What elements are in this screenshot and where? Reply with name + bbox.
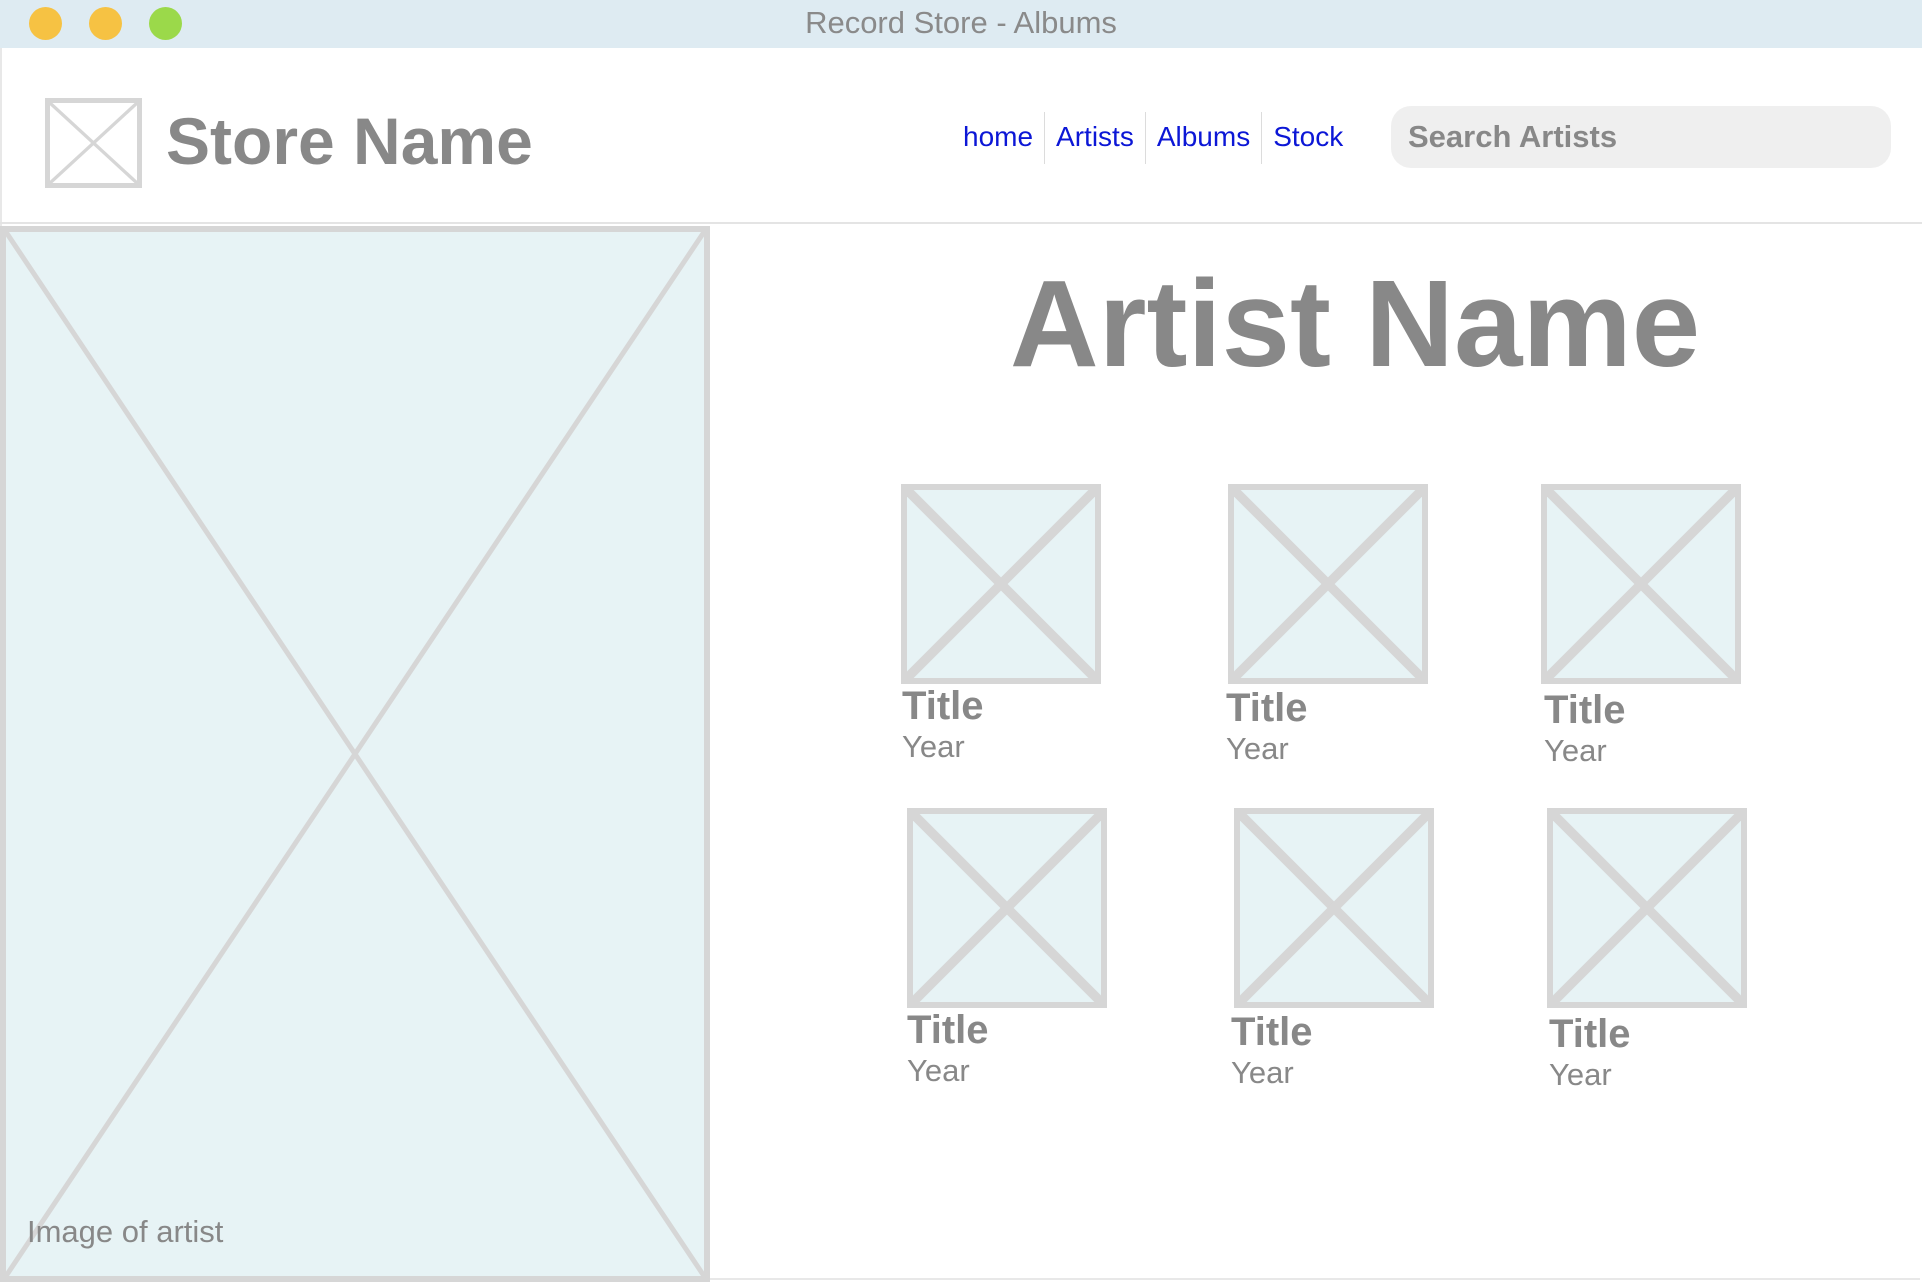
nav-link-artists[interactable]: Artists [1044,112,1145,164]
album-year-2: Year [1226,731,1289,766]
album-cover-6[interactable] [1547,808,1747,1008]
window-titlebar: Record Store - Albums [0,0,1922,48]
album-title-4[interactable]: Title [907,1008,989,1052]
nav-link-home[interactable]: home [952,112,1044,164]
album-cover-1[interactable] [901,484,1101,684]
album-year-1: Year [902,729,965,764]
album-year-4: Year [907,1053,970,1088]
artist-image [0,226,710,1282]
store-name[interactable]: Store Name [166,103,533,179]
album-cover-5[interactable] [1234,808,1434,1008]
album-title-2[interactable]: Title [1226,686,1308,730]
album-title-6[interactable]: Title [1549,1012,1631,1056]
artist-image-caption: Image of artist [27,1214,224,1249]
album-title-5[interactable]: Title [1231,1010,1313,1054]
artist-name-heading: Artist Name [1009,256,1701,393]
nav-link-albums[interactable]: Albums [1144,112,1261,164]
album-year-6: Year [1549,1057,1612,1092]
main-nav: home Artists Albums Stock [952,112,1354,164]
window-title: Record Store - Albums [805,5,1117,40]
album-title-1[interactable]: Title [902,684,984,728]
album-year-3: Year [1544,733,1607,768]
album-year-5: Year [1231,1055,1294,1090]
album-cover-4[interactable] [907,808,1107,1008]
album-cover-2[interactable] [1228,484,1428,684]
store-logo-icon[interactable] [45,98,142,188]
nav-link-stock[interactable]: Stock [1261,112,1354,164]
search-artists-input[interactable] [1391,106,1891,168]
album-cover-3[interactable] [1541,484,1741,684]
album-title-3[interactable]: Title [1544,688,1626,732]
